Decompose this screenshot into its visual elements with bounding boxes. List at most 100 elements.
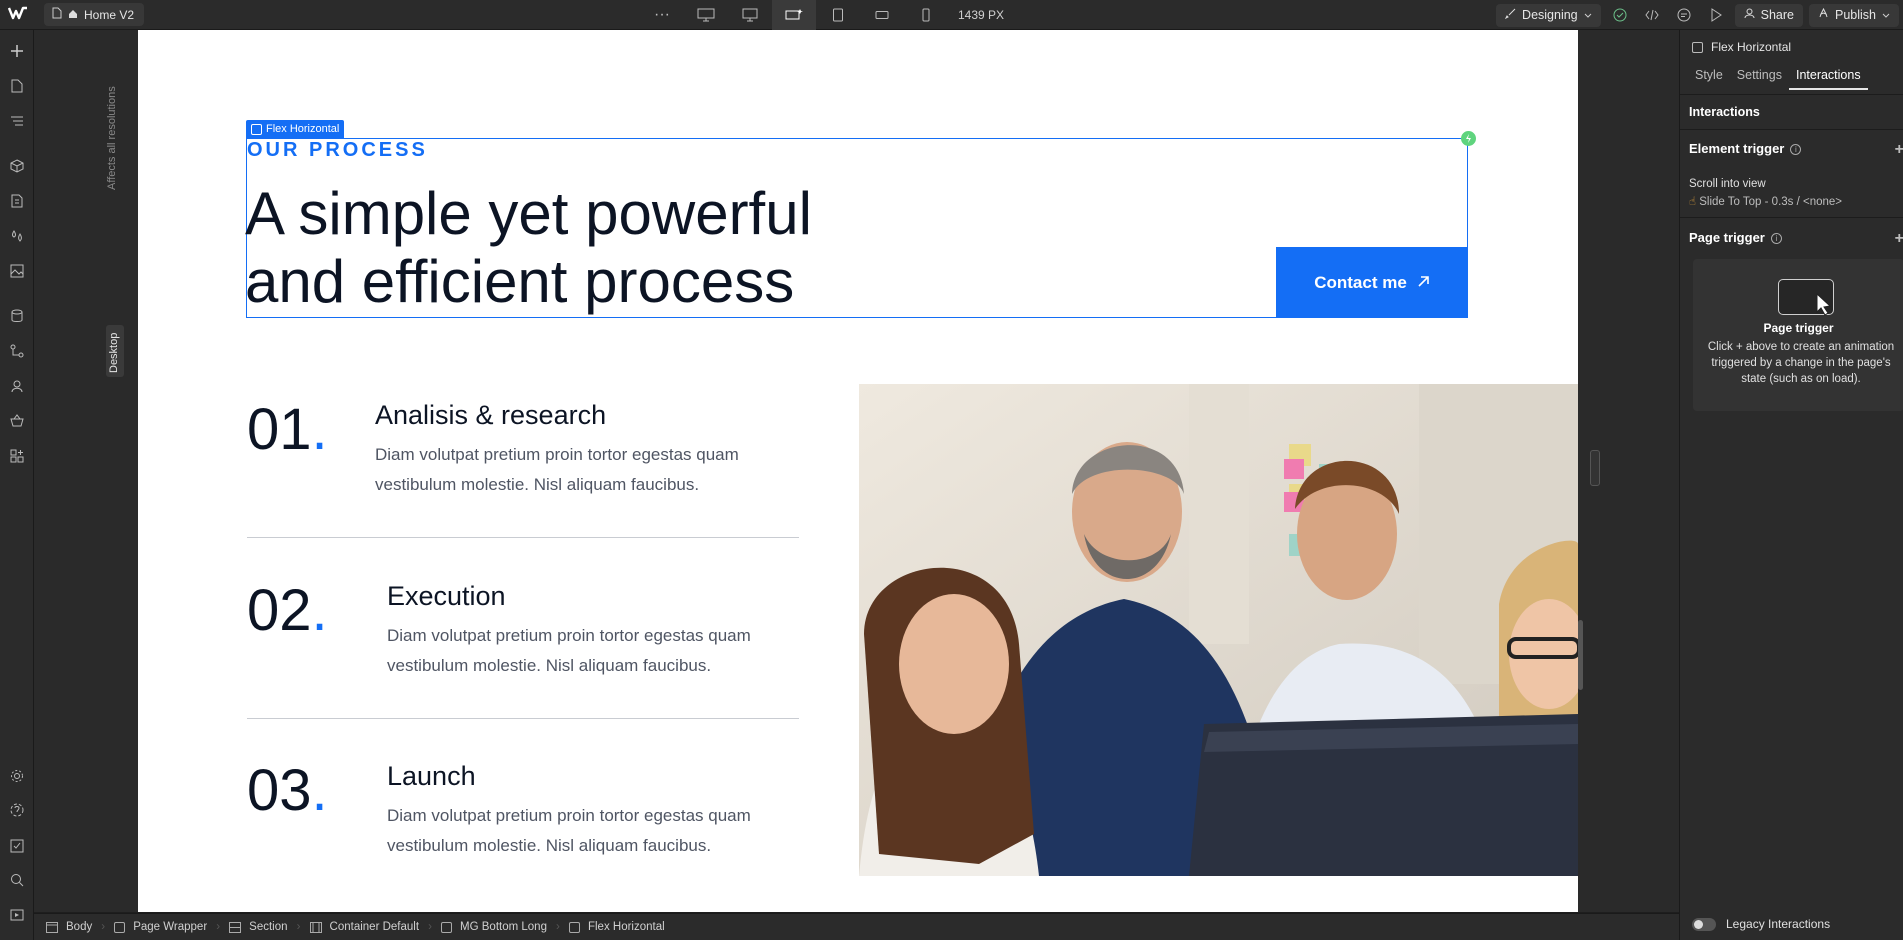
audit-checkbox-icon[interactable] bbox=[7, 836, 27, 856]
breakpoint-tablet-icon[interactable] bbox=[816, 0, 860, 30]
breadcrumb: Body › Page Wrapper › Section › Containe… bbox=[34, 913, 1679, 940]
step-description: Diam volutpat pretium proin tortor egest… bbox=[375, 445, 739, 494]
chevron-down-icon bbox=[1882, 8, 1890, 22]
more-breakpoints-button[interactable]: ··· bbox=[640, 0, 684, 30]
page-name: Home V2 bbox=[84, 7, 135, 22]
search-icon[interactable] bbox=[7, 870, 27, 890]
step-number: 01. bbox=[247, 397, 328, 462]
publish-button[interactable]: Publish bbox=[1809, 3, 1899, 27]
heading-line-1: A simple yet powerful bbox=[245, 180, 812, 247]
share-button[interactable]: Share bbox=[1734, 3, 1803, 27]
breadcrumb-item[interactable]: Body bbox=[46, 921, 92, 933]
page-preview: Flex Horizontal OUR PROCESS A simple yet… bbox=[138, 30, 1578, 912]
video-tutorials-icon[interactable] bbox=[7, 905, 27, 925]
element-box-icon bbox=[441, 921, 453, 933]
cms-database-icon[interactable] bbox=[7, 306, 27, 326]
info-icon[interactable]: i bbox=[1790, 144, 1802, 156]
add-elements-plus-icon[interactable] bbox=[7, 41, 27, 61]
logic-flow-icon[interactable] bbox=[7, 341, 27, 361]
user-icon bbox=[1744, 8, 1755, 22]
info-icon[interactable]: i bbox=[1770, 233, 1782, 245]
ecommerce-basket-icon[interactable] bbox=[7, 411, 27, 431]
tab-style[interactable]: Style bbox=[1688, 68, 1730, 90]
pages-icon[interactable] bbox=[7, 76, 27, 96]
trigger-detail[interactable]: ☝ Slide To Top - 0.3s / <none> bbox=[1689, 194, 1842, 208]
navigator-icon[interactable] bbox=[7, 111, 27, 131]
left-toolbar bbox=[0, 30, 34, 940]
element-trigger-title: Element trigger bbox=[1689, 141, 1785, 156]
tab-interactions[interactable]: Interactions bbox=[1788, 68, 1868, 90]
breadcrumb-item[interactable]: Section bbox=[229, 921, 288, 933]
assets-library-icon[interactable] bbox=[7, 191, 27, 211]
breakpoint-mobile-portrait-icon[interactable] bbox=[904, 0, 948, 30]
canvas-resize-handle[interactable] bbox=[1590, 450, 1600, 486]
toggle-switch[interactable] bbox=[1692, 917, 1716, 931]
help-icon[interactable] bbox=[7, 800, 27, 820]
mode-dropdown[interactable]: Designing bbox=[1496, 3, 1601, 27]
canvas-scrollbar[interactable] bbox=[1578, 620, 1583, 690]
interactions-section-label: Interactions bbox=[1689, 105, 1760, 119]
step-title: Analisis & research bbox=[375, 400, 607, 430]
breadcrumb-item[interactable]: Container Default bbox=[309, 921, 419, 933]
page-trigger-title: Page trigger bbox=[1689, 230, 1765, 245]
rocket-icon bbox=[1818, 7, 1829, 22]
contact-button[interactable]: Contact me bbox=[1276, 247, 1468, 318]
panel-divider bbox=[1680, 94, 1903, 95]
page-trigger-card-title: Page trigger bbox=[1763, 321, 1834, 335]
step-description: Diam volutpat pretium proin tortor egest… bbox=[387, 626, 751, 675]
home-icon bbox=[68, 8, 78, 22]
tab-settings[interactable]: Settings bbox=[1730, 68, 1789, 90]
element-box-icon bbox=[568, 921, 580, 933]
legacy-interactions-toggle[interactable]: Legacy Interactions bbox=[1692, 917, 1830, 931]
trigger-name[interactable]: Scroll into view bbox=[1689, 178, 1766, 190]
chevron-down-icon bbox=[1584, 8, 1592, 22]
add-page-trigger-plus-icon[interactable]: + bbox=[1895, 230, 1903, 248]
panel-divider bbox=[1680, 217, 1903, 218]
legacy-interactions-label: Legacy Interactions bbox=[1726, 917, 1831, 931]
pointer-hand-icon: ☝ bbox=[1689, 196, 1697, 208]
selected-element-header: Flex Horizontal bbox=[1692, 40, 1791, 54]
code-icon[interactable] bbox=[1639, 2, 1665, 28]
breakpoint-large-desktop-icon[interactable] bbox=[684, 0, 728, 30]
settings-gear-icon[interactable] bbox=[7, 766, 27, 786]
breakpoint-mobile-landscape-icon[interactable] bbox=[860, 0, 904, 30]
add-element-trigger-plus-icon[interactable]: + bbox=[1895, 141, 1903, 159]
container-icon bbox=[309, 921, 322, 933]
breadcrumb-item[interactable]: Page Wrapper bbox=[114, 921, 207, 933]
share-label: Share bbox=[1760, 8, 1794, 22]
step-number: 02. bbox=[247, 578, 328, 643]
page-trigger-heading: Page trigger i + bbox=[1689, 230, 1903, 248]
publish-status-check-icon[interactable] bbox=[1607, 2, 1633, 28]
breadcrumb-item[interactable]: MG Bottom Long bbox=[441, 921, 547, 933]
variables-drops-icon[interactable] bbox=[7, 226, 27, 246]
webflow-logo-icon[interactable] bbox=[7, 6, 28, 24]
breakpoint-tag[interactable]: Desktop bbox=[106, 325, 124, 377]
breakpoint-switcher: ··· 1439 PX bbox=[640, 0, 1004, 30]
selected-element-label: Flex Horizontal bbox=[266, 123, 340, 135]
team-photo bbox=[859, 384, 1578, 876]
breakpoint-base-icon[interactable] bbox=[772, 0, 816, 30]
comments-icon[interactable] bbox=[1671, 2, 1697, 28]
selected-element-name: Flex Horizontal bbox=[1711, 40, 1792, 54]
interaction-indicator-icon[interactable] bbox=[1461, 131, 1476, 146]
top-toolbar: Home V2 ··· 1439 PX Designing Share Publ… bbox=[0, 0, 1903, 30]
element-box-icon bbox=[1692, 41, 1703, 53]
heading-line-2: and efficient process bbox=[245, 248, 795, 315]
section-icon bbox=[229, 921, 242, 933]
page-cursor-illustration-icon bbox=[1778, 279, 1834, 316]
brush-icon bbox=[1504, 8, 1516, 22]
page-selector[interactable]: Home V2 bbox=[44, 3, 145, 26]
components-icon[interactable] bbox=[7, 156, 27, 176]
step-number: 03. bbox=[247, 758, 328, 823]
selected-element-tag[interactable]: Flex Horizontal bbox=[246, 120, 345, 138]
page-trigger-card-description: Click + above to create an animation tri… bbox=[1707, 341, 1895, 385]
assets-image-icon[interactable] bbox=[7, 261, 27, 281]
breadcrumb-item[interactable]: Flex Horizontal bbox=[568, 921, 665, 933]
users-icon[interactable] bbox=[7, 376, 27, 396]
body-icon bbox=[46, 921, 58, 933]
element-box-icon bbox=[251, 123, 262, 135]
breakpoint-desktop-icon[interactable] bbox=[728, 0, 772, 30]
right-panel: Flex Horizontal Style Settings Interacti… bbox=[1679, 30, 1903, 940]
apps-icon[interactable] bbox=[7, 446, 27, 466]
preview-play-icon[interactable] bbox=[1703, 2, 1729, 28]
